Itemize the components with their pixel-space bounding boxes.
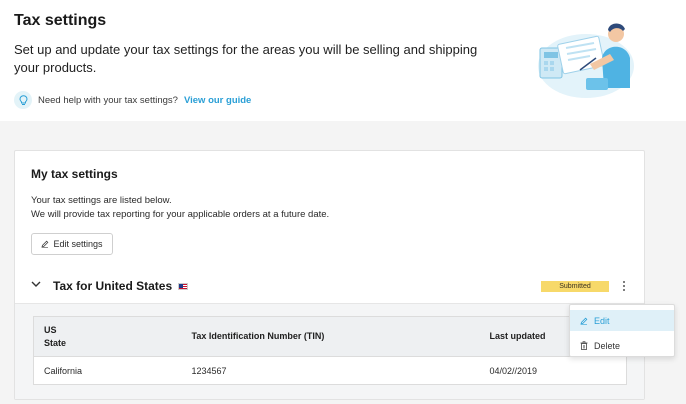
page-header: Tax settings Set up and update your tax …	[0, 0, 686, 121]
edit-settings-label: Edit settings	[53, 239, 103, 249]
section-title: Tax for United States	[53, 279, 189, 293]
table-header-row: US State Tax Identification Number (TIN)…	[33, 316, 627, 357]
page-title: Tax settings	[14, 12, 107, 29]
menu-item-edit-label: Edit	[594, 315, 610, 326]
card-description: Your tax settings are listed below. We w…	[31, 194, 329, 222]
chevron-down-icon[interactable]	[31, 280, 41, 288]
column-header-state: US State	[33, 316, 182, 357]
status-badge: Submitted	[541, 281, 609, 292]
section-title-text: Tax for United States	[53, 279, 173, 293]
section-body: US State Tax Identification Number (TIN)…	[15, 303, 644, 399]
page-description: Set up and update your tax settings for …	[14, 42, 478, 75]
pencil-icon	[580, 317, 588, 325]
trash-icon	[580, 341, 588, 350]
cell-state: California	[44, 365, 83, 376]
edit-settings-button[interactable]: Edit settings	[31, 233, 113, 255]
column-header-state-line-2: State	[44, 337, 67, 348]
view-guide-link[interactable]: View our guide	[184, 95, 251, 106]
card-description-line-1: Your tax settings are listed below.	[31, 195, 172, 206]
us-flag-icon	[178, 282, 189, 290]
tax-settings-card: My tax settings Your tax settings are li…	[14, 150, 645, 400]
pencil-icon	[41, 240, 49, 248]
card-description-line-2: We will provide tax reporting for your a…	[31, 209, 330, 220]
more-vertical-icon[interactable]	[617, 277, 631, 295]
section-header-united-states[interactable]: Tax for United States Submitted	[15, 269, 644, 303]
column-header-tin: Tax Identification Number (TIN)	[181, 316, 480, 357]
column-header-state-line-1: US	[44, 324, 57, 335]
table-row: California 1234567 04/02//2019	[34, 357, 627, 385]
cell-last-updated: 04/02//2019	[489, 365, 538, 376]
menu-item-delete[interactable]: Delete	[570, 335, 674, 356]
tax-illustration	[538, 23, 634, 98]
help-row: Need help with your tax settings? View o…	[14, 91, 251, 109]
lightbulb-icon	[14, 91, 32, 109]
tax-table: US State Tax Identification Number (TIN)…	[33, 316, 627, 385]
help-text: Need help with your tax settings?	[38, 94, 178, 106]
menu-item-delete-label: Delete	[594, 340, 621, 351]
cell-tin: 1234567	[191, 365, 227, 376]
menu-item-edit[interactable]: Edit	[570, 310, 674, 331]
row-actions-menu: Edit Delete	[569, 304, 675, 357]
card-title: My tax settings	[31, 167, 118, 181]
